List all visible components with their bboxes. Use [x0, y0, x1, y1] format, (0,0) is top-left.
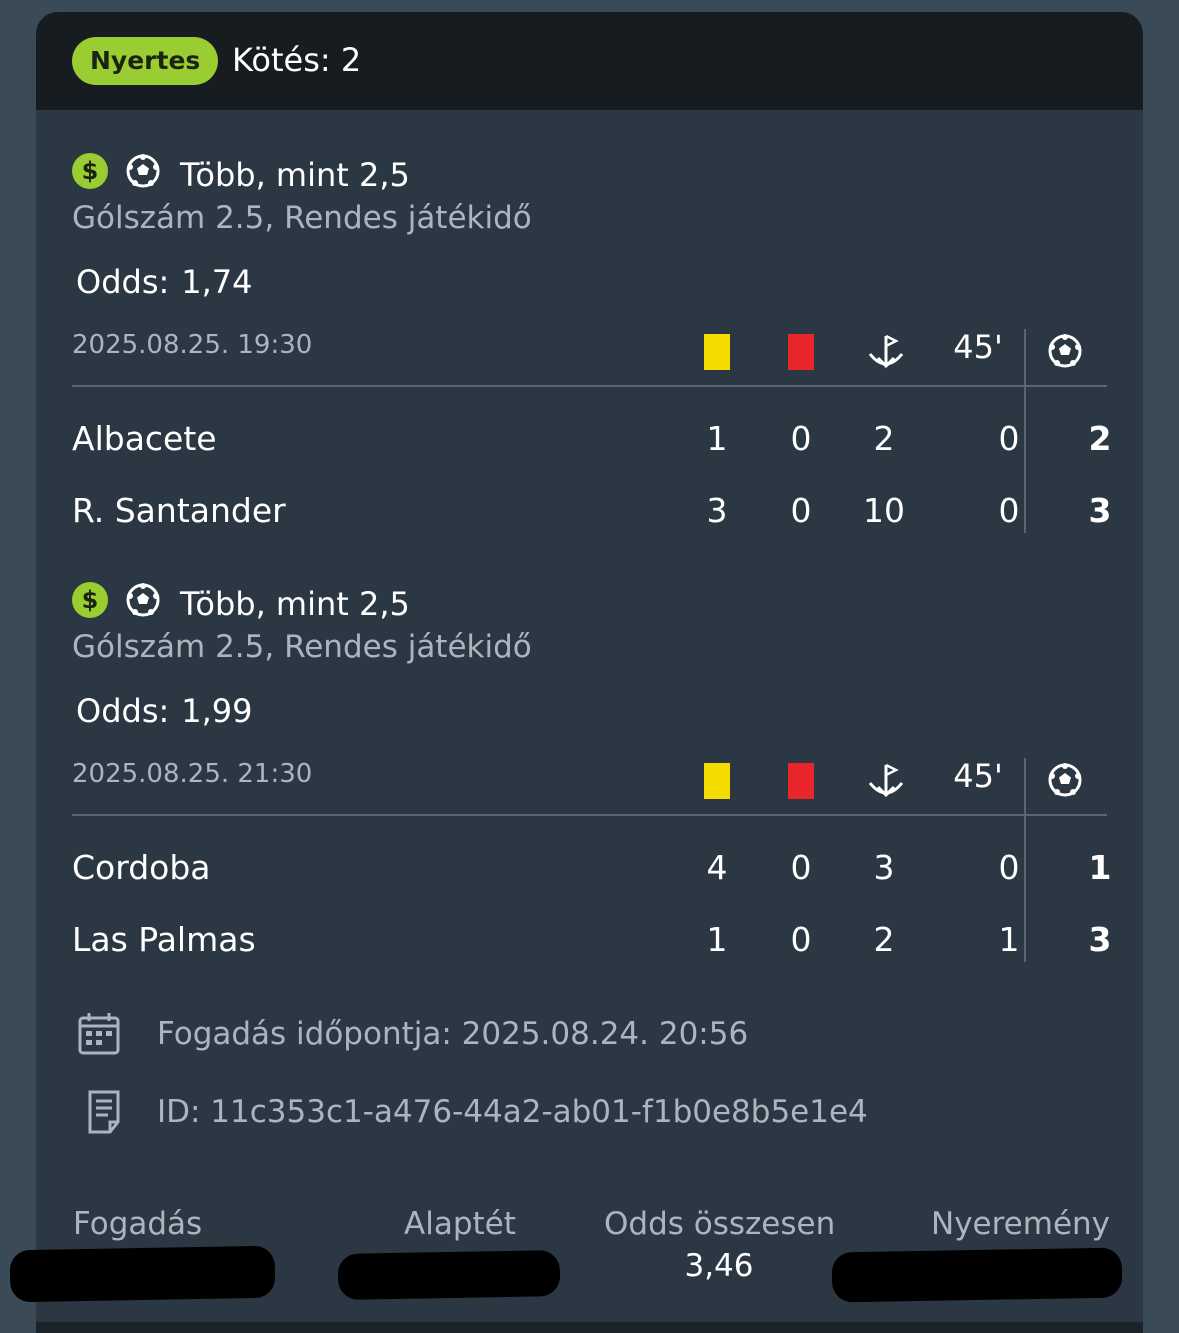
calendar-icon — [78, 1013, 120, 1055]
goals-value: 2 — [1088, 419, 1112, 458]
odds-value: 1,74 — [181, 263, 253, 301]
half-time-score: 0 — [998, 419, 1020, 458]
football-icon — [126, 154, 160, 188]
corners-value: 2 — [873, 920, 895, 959]
dollar-icon: $ — [72, 153, 108, 189]
bet-slip-card: Nyertes Kötés: 2 $ Több, mint 2,5 Gólszá… — [36, 12, 1143, 1333]
market-description: Gólszám 2.5, Rendes játékidő — [72, 200, 532, 236]
redaction-mark — [9, 1245, 276, 1303]
bet-placed-time: Fogadás időpontja: 2025.08.24. 20:56 — [157, 1016, 749, 1052]
team-name: Albacete — [72, 419, 217, 458]
dollar-icon: $ — [72, 582, 108, 618]
bet-type-label: Kötés: 2 — [232, 41, 362, 79]
team-name: Cordoba — [72, 848, 211, 887]
market-name: Több, mint 2,5 — [180, 156, 410, 194]
bet-id: ID: 11c353c1-a476-44a2-ab01-f1b0e8b5e1e4 — [157, 1094, 868, 1130]
stake-total-label: Fogadás — [73, 1206, 203, 1242]
odds-label: Odds: — [76, 263, 170, 301]
half-time-score: 1 — [998, 920, 1020, 959]
team-name: Las Palmas — [72, 920, 256, 959]
red-cards-value: 0 — [790, 920, 812, 959]
goals-value: 1 — [1088, 848, 1112, 887]
bottom-divider — [36, 1322, 1143, 1333]
yellow-cards-value: 3 — [706, 491, 728, 530]
half-time-label: 45' — [953, 757, 1003, 795]
bet-header: Nyertes Kötés: 2 — [36, 12, 1143, 110]
corners-value: 3 — [873, 848, 895, 887]
divider — [72, 814, 1107, 816]
divider — [72, 385, 1107, 387]
match-datetime: 2025.08.25. 21:30 — [72, 759, 313, 789]
base-stake-label: Alaptét — [404, 1206, 516, 1242]
red-card-icon — [788, 334, 814, 370]
football-icon — [1048, 334, 1082, 368]
corners-value: 10 — [863, 491, 905, 530]
odds-value: 1,99 — [181, 692, 253, 730]
winnings-label: Nyeremény — [931, 1206, 1111, 1242]
market-name: Több, mint 2,5 — [180, 585, 410, 623]
yellow-cards-value: 1 — [706, 419, 728, 458]
red-cards-value: 0 — [790, 848, 812, 887]
total-odds-label: Odds összesen — [604, 1206, 836, 1242]
match-datetime: 2025.08.25. 19:30 — [72, 330, 313, 360]
yellow-card-icon — [704, 763, 730, 799]
team-name: R. Santander — [72, 491, 286, 530]
odds-label: Odds: — [76, 692, 170, 730]
status-badge: Nyertes — [72, 37, 219, 85]
corners-value: 2 — [873, 419, 895, 458]
goals-value: 3 — [1088, 920, 1112, 959]
corner-flag-icon — [868, 334, 904, 369]
red-cards-value: 0 — [790, 491, 812, 530]
market-description: Gólszám 2.5, Rendes játékidő — [72, 629, 532, 665]
receipt-icon — [88, 1090, 120, 1134]
football-icon — [126, 583, 160, 617]
redaction-mark — [831, 1247, 1123, 1303]
red-cards-value: 0 — [790, 419, 812, 458]
yellow-cards-value: 4 — [706, 848, 728, 887]
football-icon — [1048, 763, 1082, 797]
bet-selection[interactable]: $ Több, mint 2,5 Gólszám 2.5, Rendes ját… — [72, 576, 1111, 962]
half-time-label: 45' — [953, 328, 1003, 366]
odds-row: Odds: 1,99 — [76, 689, 253, 733]
yellow-card-icon — [704, 334, 730, 370]
total-odds-value: 3,46 — [684, 1248, 754, 1284]
red-card-icon — [788, 763, 814, 799]
half-time-score: 0 — [998, 491, 1020, 530]
half-time-score: 0 — [998, 848, 1020, 887]
corner-flag-icon — [868, 763, 904, 798]
odds-row: Odds: 1,74 — [76, 260, 253, 304]
bet-selection[interactable]: $ Több, mint 2,5 Gólszám 2.5, Rendes ját… — [72, 147, 1111, 533]
redaction-mark — [337, 1250, 561, 1300]
goals-value: 3 — [1088, 491, 1112, 530]
yellow-cards-value: 1 — [706, 920, 728, 959]
